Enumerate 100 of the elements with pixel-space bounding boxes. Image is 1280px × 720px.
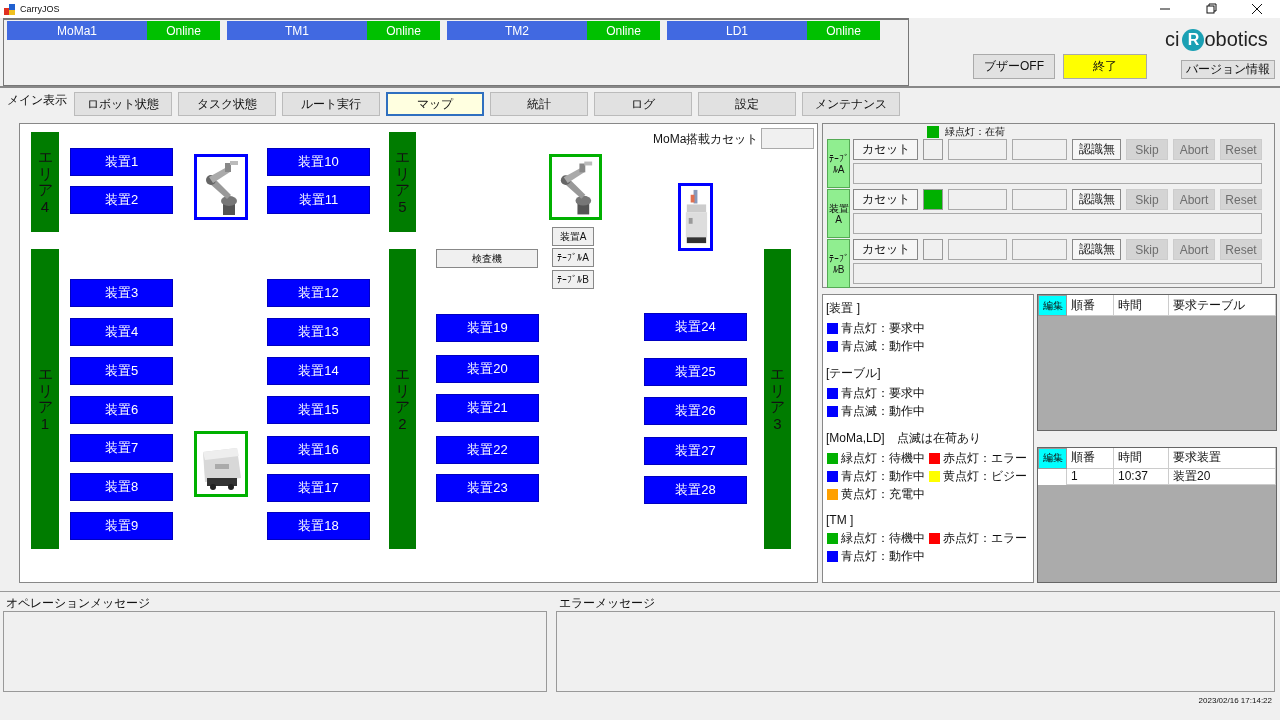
device-button[interactable]: 装置8 bbox=[70, 473, 173, 501]
area-label: エリア2 bbox=[395, 366, 410, 432]
device-button[interactable]: 装置21 bbox=[436, 394, 539, 422]
station-label: 装置A bbox=[827, 189, 850, 238]
legend-label: 青点灯：動作中 bbox=[841, 467, 925, 485]
station-button[interactable]: ﾃｰﾌﾞﾙB bbox=[552, 270, 594, 289]
legend-label: 緑点灯：待機中 bbox=[841, 529, 925, 547]
device-button[interactable]: 装置14 bbox=[267, 357, 370, 385]
device-button[interactable]: 装置18 bbox=[267, 512, 370, 540]
device-button[interactable]: 装置7 bbox=[70, 434, 173, 462]
legend-label: 青点灯：要求中 bbox=[841, 319, 925, 337]
input-field[interactable] bbox=[1012, 239, 1067, 260]
area-label: エリア5 bbox=[395, 149, 410, 215]
station-button[interactable]: 装置A bbox=[552, 227, 594, 246]
device-button[interactable]: 装置5 bbox=[70, 357, 173, 385]
device-button[interactable]: 装置24 bbox=[644, 313, 747, 341]
tab[interactable]: 統計 bbox=[490, 92, 588, 116]
cassette-button[interactable]: カセット bbox=[853, 139, 918, 160]
legend-label: 青点滅：動作中 bbox=[841, 337, 925, 355]
version-button[interactable]: バージョン情報 bbox=[1180, 60, 1275, 79]
area-label: エリア3 bbox=[770, 366, 785, 432]
robot-status: Online bbox=[367, 21, 440, 40]
tab[interactable]: タスク状態 bbox=[178, 92, 276, 116]
legend-label: 赤点灯：エラー bbox=[943, 449, 1027, 467]
tab[interactable]: ルート実行 bbox=[282, 92, 380, 116]
input-field[interactable] bbox=[948, 239, 1007, 260]
logo-text: ci bbox=[1165, 28, 1180, 51]
window-title: CarryJOS bbox=[20, 4, 60, 14]
column-header: 要求テーブル bbox=[1169, 295, 1276, 316]
legend-label: 青点灯：動作中 bbox=[841, 547, 925, 565]
exit-button[interactable]: 終了 bbox=[1063, 54, 1147, 79]
device-button[interactable]: 装置1 bbox=[70, 148, 173, 176]
device-button[interactable]: 装置25 bbox=[644, 358, 747, 386]
legend-label: 黄点灯：ビジー bbox=[943, 467, 1027, 485]
device-button[interactable]: 装置15 bbox=[267, 396, 370, 424]
recognize-button[interactable]: 認識無 bbox=[1072, 189, 1121, 210]
device-button[interactable]: 装置16 bbox=[267, 436, 370, 464]
operation-message-box[interactable] bbox=[3, 611, 547, 692]
legend-label: 緑点灯：待機中 bbox=[841, 449, 925, 467]
buzzer-button[interactable]: ブザーOFF bbox=[973, 54, 1055, 79]
robot-status: Online bbox=[587, 21, 660, 40]
cassette-button[interactable]: カセット bbox=[853, 189, 918, 210]
recognize-button[interactable]: 認識無 bbox=[1072, 139, 1121, 160]
input-field[interactable] bbox=[1012, 139, 1067, 160]
device-button[interactable]: 装置27 bbox=[644, 437, 747, 465]
timestamp: 2023/02/16 17:14:22 bbox=[1198, 696, 1272, 705]
edit-button[interactable]: 編集 bbox=[1038, 447, 1067, 469]
device-button[interactable]: 装置9 bbox=[70, 512, 173, 540]
tab[interactable]: マップ bbox=[386, 92, 484, 116]
station-button[interactable]: ﾃｰﾌﾞﾙA bbox=[552, 248, 594, 267]
input-field[interactable] bbox=[948, 139, 1007, 160]
device-button[interactable]: 装置2 bbox=[70, 186, 173, 214]
station-label: ﾃｰﾌﾞﾙB bbox=[827, 239, 850, 288]
legend-title: [装置 ] bbox=[826, 300, 860, 317]
device-button[interactable]: 装置11 bbox=[267, 186, 370, 214]
station-button[interactable]: 検査機 bbox=[436, 249, 538, 268]
device-button[interactable]: 装置10 bbox=[267, 148, 370, 176]
message-field[interactable] bbox=[853, 263, 1262, 284]
robot-status: Online bbox=[147, 21, 220, 40]
robot-name: LD1 bbox=[667, 21, 807, 40]
device-button[interactable]: 装置19 bbox=[436, 314, 539, 342]
device-button[interactable]: 装置3 bbox=[70, 279, 173, 307]
cassette-button[interactable]: カセット bbox=[853, 239, 918, 260]
device-button[interactable]: 装置23 bbox=[436, 474, 539, 502]
recognize-button[interactable]: 認識無 bbox=[1072, 239, 1121, 260]
legend-label: 青点滅：動作中 bbox=[841, 402, 925, 420]
device-button[interactable]: 装置17 bbox=[267, 474, 370, 502]
legend-title: [TM ] bbox=[826, 513, 854, 527]
table-cell: 10:37 bbox=[1114, 468, 1169, 485]
logo-mark: R bbox=[1182, 28, 1205, 51]
device-button[interactable]: 装置13 bbox=[267, 318, 370, 346]
device-button[interactable]: 装置20 bbox=[436, 355, 539, 383]
device-button[interactable]: 装置12 bbox=[267, 279, 370, 307]
error-message-box[interactable] bbox=[556, 611, 1275, 692]
tab[interactable]: ログ bbox=[594, 92, 692, 116]
device-button[interactable]: 装置26 bbox=[644, 397, 747, 425]
device-button[interactable]: 装置4 bbox=[70, 318, 173, 346]
device-button[interactable]: 装置22 bbox=[436, 436, 539, 464]
logo-text: obotics bbox=[1204, 28, 1268, 51]
message-field[interactable] bbox=[853, 213, 1262, 234]
tab[interactable]: 設定 bbox=[698, 92, 796, 116]
legend-title: [テーブル] bbox=[826, 365, 881, 382]
table-cell: 装置20 bbox=[1169, 468, 1276, 485]
table-cell: 1 bbox=[1067, 468, 1114, 485]
cassette-field[interactable] bbox=[761, 128, 814, 149]
message-field[interactable] bbox=[853, 163, 1262, 184]
cassette-label: MoMa搭載カセット bbox=[653, 131, 759, 148]
station-label: ﾃｰﾌﾞﾙA bbox=[827, 139, 850, 188]
input-field[interactable] bbox=[948, 189, 1007, 210]
device-button[interactable]: 装置6 bbox=[70, 396, 173, 424]
robot-name: TM1 bbox=[227, 21, 367, 40]
robot-name: TM2 bbox=[447, 21, 587, 40]
tab[interactable]: メンテナンス bbox=[802, 92, 900, 116]
input-field[interactable] bbox=[1012, 189, 1067, 210]
column-header: 順番 bbox=[1067, 295, 1114, 316]
robot-name: MoMa1 bbox=[7, 21, 147, 40]
legend-label: 赤点灯：エラー bbox=[943, 529, 1027, 547]
device-button[interactable]: 装置28 bbox=[644, 476, 747, 504]
edit-button[interactable]: 編集 bbox=[1038, 295, 1067, 316]
tab[interactable]: ロボット状態 bbox=[74, 92, 172, 116]
